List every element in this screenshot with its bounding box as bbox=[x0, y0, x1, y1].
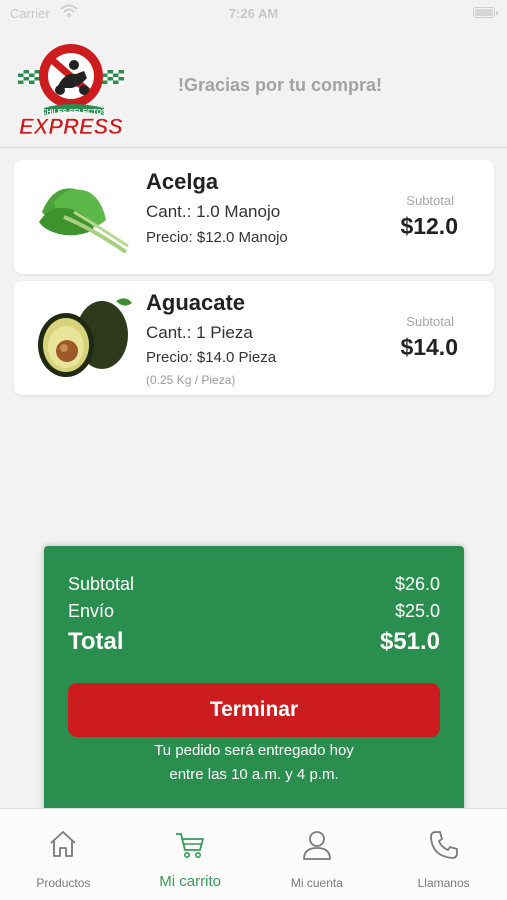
delivery-line-2: entre las 10 a.m. y 4 p.m. bbox=[169, 766, 339, 783]
item-name: Acelga bbox=[146, 169, 219, 194]
tab-llamanos[interactable]: Llamanos bbox=[380, 809, 507, 900]
user-icon bbox=[302, 831, 331, 860]
item-quantity: Cant.: 1 Pieza bbox=[146, 323, 253, 342]
finish-button[interactable]: Terminar bbox=[68, 683, 440, 737]
tab-mi-cuenta[interactable]: Mi cuenta bbox=[254, 809, 381, 900]
home-icon bbox=[50, 831, 76, 857]
item-unit-price: Precio: $14.0 Pieza bbox=[146, 349, 277, 366]
summary-shipping-label: Envío bbox=[68, 601, 115, 621]
delivery-line-1: Tu pedido será entregado hoy bbox=[154, 742, 354, 759]
item-subtotal-label: Subtotal bbox=[406, 193, 454, 208]
thanks-message: !Gracias por tu compra! bbox=[178, 75, 383, 95]
header: CHILES SELECTOS EXPRESS !Gracias por tu … bbox=[0, 28, 507, 148]
avocado-image bbox=[38, 298, 132, 377]
item-subtotal-label: Subtotal bbox=[406, 314, 454, 329]
summary-subtotal-value: $26.0 bbox=[394, 574, 440, 594]
status-bar: Carrier 7:26 AM bbox=[0, 0, 507, 28]
item-name: Aguacate bbox=[146, 290, 246, 315]
summary-shipping-row: Envío $25.0 bbox=[68, 601, 440, 622]
cart-item-acelga: Acelga Cant.: 1.0 Manojo Precio: $12.0 M… bbox=[14, 160, 494, 274]
delivery-info: Tu pedido será entregado hoy entre las 1… bbox=[44, 739, 464, 787]
status-time: 7:26 AM bbox=[228, 6, 279, 21]
summary-total-row: Total $51.0 bbox=[68, 628, 440, 656]
item-quantity: Cant.: 1.0 Manojo bbox=[146, 202, 281, 221]
brand-logo: CHILES SELECTOS EXPRESS bbox=[18, 44, 124, 138]
tab-mi-carrito[interactable]: Mi carrito bbox=[127, 809, 254, 900]
tab-label: Llamanos bbox=[417, 876, 470, 890]
chard-image bbox=[39, 188, 129, 254]
tab-label: Productos bbox=[36, 876, 91, 890]
item-subtotal-value: $14.0 bbox=[400, 334, 458, 360]
summary-total-value: $51.0 bbox=[379, 628, 440, 655]
tab-productos[interactable]: Productos bbox=[0, 809, 127, 900]
cart-icon bbox=[176, 833, 205, 858]
item-weight-note: (0.25 Kg / Pieza) bbox=[146, 373, 236, 387]
order-summary: Subtotal $26.0 Envío $25.0 Total $51.0 T… bbox=[44, 546, 464, 810]
tab-label: Mi cuenta bbox=[290, 876, 343, 890]
item-unit-price: Precio: $12.0 Manojo bbox=[146, 229, 288, 246]
summary-shipping-value: $25.0 bbox=[394, 601, 440, 621]
phone-icon bbox=[429, 831, 458, 859]
summary-total-label: Total bbox=[68, 628, 124, 655]
item-subtotal-value: $12.0 bbox=[400, 213, 458, 239]
svg-text:EXPRESS: EXPRESS bbox=[19, 114, 123, 138]
cart-item-aguacate: Aguacate Cant.: 1 Pieza Precio: $14.0 Pi… bbox=[14, 281, 494, 395]
tab-label: Mi carrito bbox=[159, 873, 221, 890]
tab-bar: Productos Mi carrito Mi cuenta Llamanos bbox=[0, 808, 507, 900]
summary-subtotal-label: Subtotal bbox=[68, 574, 135, 594]
summary-subtotal-row: Subtotal $26.0 bbox=[68, 574, 440, 595]
battery-icon bbox=[473, 7, 498, 18]
